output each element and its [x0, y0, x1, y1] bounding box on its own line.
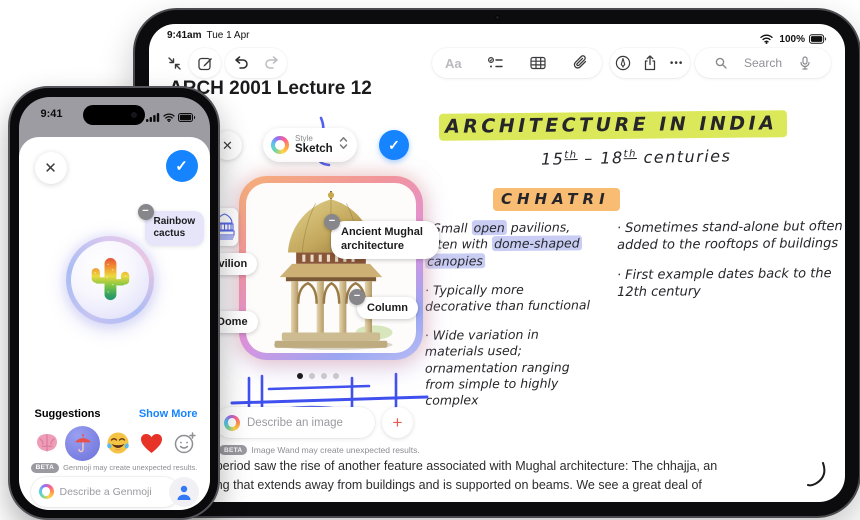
marketing-scene: 9:41am Tue 1 Apr 100% Aa ••• Search ARCH… — [0, 0, 860, 520]
tools-group: ••• — [610, 48, 690, 78]
iphone-status-icons — [145, 109, 196, 127]
pen-stroke — [807, 462, 827, 493]
front-camera-dot — [495, 15, 500, 20]
dynamic-island — [83, 104, 145, 125]
wifi-icon — [757, 30, 775, 48]
minus-button[interactable]: − — [324, 214, 340, 230]
redo-icon[interactable] — [263, 54, 281, 72]
battery-percent: 100% — [779, 33, 805, 45]
suggestions-header: Suggestions Show More — [35, 408, 198, 420]
search-placeholder: Search — [743, 56, 783, 70]
genmoji-sheet: ✕ ✓ − Rainbow cactus Suggestions Show Mo… — [18, 136, 210, 510]
confirm-button[interactable]: ✓ — [165, 149, 198, 182]
ipad-status-icons: 100% — [757, 30, 827, 48]
umbrella-emoji[interactable] — [65, 425, 100, 461]
table-icon[interactable] — [529, 54, 547, 72]
note-bullet: · First example dates back to the 12th ce… — [616, 265, 832, 300]
suggestions-title: Suggestions — [34, 407, 101, 420]
chevron-up-down-icon — [339, 136, 348, 155]
tag-ancient-mughal[interactable]: − Ancient Mughal architecture — [324, 214, 439, 259]
generated-image-card[interactable] — [239, 176, 423, 360]
add-emoji-icon[interactable] — [170, 428, 201, 459]
clock: 9:41 — [40, 107, 63, 120]
heart-emoji[interactable] — [136, 428, 167, 459]
cactus-emoji — [91, 257, 129, 300]
show-more-link[interactable]: Show More — [139, 408, 198, 420]
note-bullet: · Wide variation in materials used; ornam… — [424, 326, 570, 408]
checklist-icon[interactable] — [487, 54, 505, 72]
emoji-suggestions — [32, 425, 201, 461]
style-value: Sketch — [295, 143, 333, 156]
apple-intelligence-icon — [224, 414, 240, 431]
minus-button[interactable]: − — [349, 289, 365, 305]
genmoji-app: 9:41 ✕ ✓ − Rainbow cactus Suggestions Sh… — [18, 96, 210, 510]
laughing-emoji[interactable] — [103, 428, 134, 459]
image-description-input[interactable]: Describe an image — [215, 407, 375, 438]
compose-icon — [196, 54, 214, 72]
typed-paragraph-line2: ning that extends away from buildings an… — [206, 478, 702, 492]
clock: 9:41am — [167, 30, 202, 41]
markup-icon[interactable] — [614, 54, 632, 72]
notes-app: 9:41am Tue 1 Apr 100% Aa ••• Search ARCH… — [149, 24, 845, 502]
note-bullet: ·Small open pavilions, often with dome-s… — [424, 219, 582, 269]
close-button[interactable]: ✕ — [34, 151, 67, 184]
undo-icon[interactable] — [232, 54, 250, 72]
style-label: Style — [295, 133, 313, 143]
ipad-device: 9:41am Tue 1 Apr 100% Aa ••• Search ARCH… — [133, 8, 860, 518]
wifi-icon — [162, 109, 175, 127]
minus-button[interactable]: − — [137, 203, 154, 220]
confirm-button[interactable]: ✓ — [379, 130, 409, 160]
compose-button[interactable] — [189, 48, 221, 78]
text-format-button[interactable]: Aa — [444, 54, 462, 72]
note-bullet: · Sometimes stand-alone but often added t… — [616, 219, 843, 253]
person-button[interactable] — [168, 476, 199, 507]
more-button[interactable]: ••• — [668, 54, 686, 72]
tag-rainbow-cactus[interactable]: − Rainbow cactus — [137, 203, 205, 246]
notes-left-column: ·Small open pavilions, often with dome-s… — [424, 219, 593, 422]
ipad-status-bar: 9:41am Tue 1 Apr — [167, 30, 249, 41]
battery-icon — [177, 109, 196, 127]
genmoji-input-placeholder: Describe a Genmoji — [59, 485, 152, 498]
iphone-device: 9:41 ✕ ✓ − Rainbow cactus Suggestions Sh… — [8, 86, 220, 520]
notes-right-column: · Sometimes stand-alone but often added t… — [616, 219, 845, 314]
image-input-placeholder: Describe an image — [247, 416, 343, 429]
note-bullet: · Typically more decorative than function… — [424, 281, 591, 314]
genmoji-description-input[interactable]: Describe a Genmoji — [30, 476, 179, 507]
color-wheel-icon — [271, 136, 289, 154]
genmoji-beta-note: BETA Genmoji may create unexpected resul… — [19, 462, 210, 473]
collapse-icon[interactable] — [165, 54, 183, 72]
handwritten-subheading: 15th – 18th centuries — [540, 146, 732, 169]
image-wand-beta-note: BETA Image Wand may create unexpected re… — [219, 445, 420, 455]
page-dots[interactable] — [297, 373, 339, 379]
share-icon[interactable] — [641, 54, 659, 72]
mic-icon[interactable] — [788, 54, 822, 72]
beta-badge: BETA — [30, 462, 60, 473]
handwritten-section-heading: CHHATRI — [493, 188, 620, 211]
genmoji-bubble — [65, 235, 154, 324]
pavilion-image — [246, 183, 416, 353]
person-icon — [177, 485, 190, 500]
handwritten-heading: ARCHITECTURE IN INDIA — [438, 110, 788, 141]
style-selector[interactable]: Style Sketch — [263, 128, 357, 162]
format-toolbar: Aa — [432, 48, 602, 78]
undo-redo-group — [225, 48, 287, 78]
tag-column[interactable]: − Column — [349, 289, 418, 319]
add-suggestion-button[interactable]: + — [382, 407, 413, 438]
typed-paragraph-line1: s period saw the rise of another feature… — [206, 459, 718, 473]
date: Tue 1 Apr — [206, 30, 250, 41]
beta-badge: BETA — [219, 445, 248, 455]
apple-intelligence-icon — [38, 484, 54, 499]
brain-emoji[interactable] — [32, 428, 63, 459]
search-input[interactable]: Search — [695, 48, 831, 78]
signal-icon — [145, 109, 160, 127]
battery-icon — [809, 30, 827, 48]
search-icon — [704, 54, 738, 72]
attachment-icon[interactable] — [572, 54, 590, 72]
